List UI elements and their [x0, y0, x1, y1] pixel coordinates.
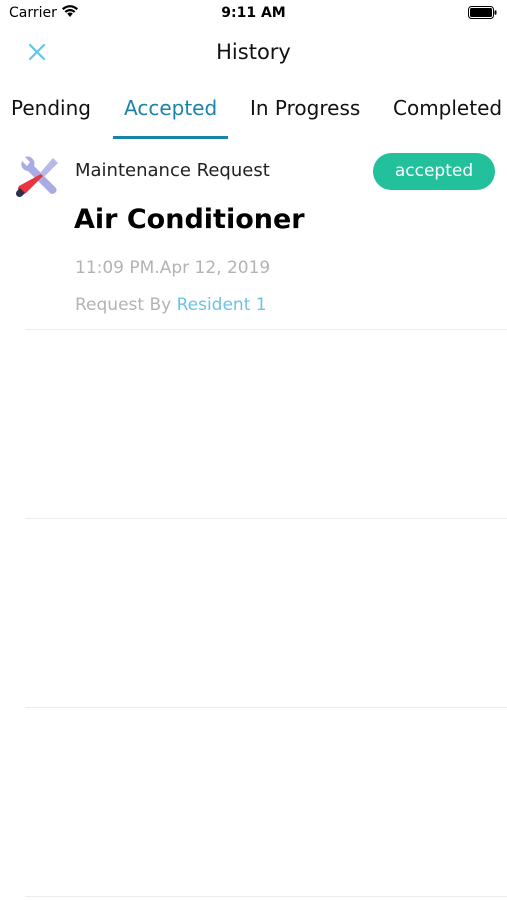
row-divider — [25, 518, 507, 519]
row-divider — [25, 707, 507, 708]
tab-completed[interactable]: Completed — [393, 96, 502, 120]
request-type: Maintenance Request — [75, 160, 270, 181]
requested-by-label: Request By — [75, 295, 172, 315]
tools-icon — [15, 156, 58, 198]
battery-icon — [468, 6, 497, 19]
tab-accepted[interactable]: Accepted — [124, 96, 217, 120]
page-title: History — [216, 40, 291, 64]
request-card[interactable]: Maintenance Request accepted Air Conditi… — [0, 148, 507, 330]
request-title: Air Conditioner — [74, 204, 305, 235]
tab-in-progress[interactable]: In Progress — [250, 96, 360, 120]
request-timestamp: 11:09 PM.Apr 12, 2019 — [75, 258, 271, 278]
tab-pending[interactable]: Pending — [11, 96, 91, 120]
active-tab-indicator — [113, 136, 228, 139]
requested-by: Request By Resident 1 — [75, 295, 267, 315]
status-time: 9:11 AM — [221, 5, 286, 21]
status-bar: Carrier 9:11 AM — [0, 0, 507, 28]
requester-link[interactable]: Resident 1 — [177, 295, 267, 315]
row-divider — [25, 329, 507, 330]
row-divider — [25, 896, 507, 897]
status-badge: accepted — [373, 153, 495, 190]
tab-bar: Pending Accepted In Progress Completed — [0, 92, 507, 140]
